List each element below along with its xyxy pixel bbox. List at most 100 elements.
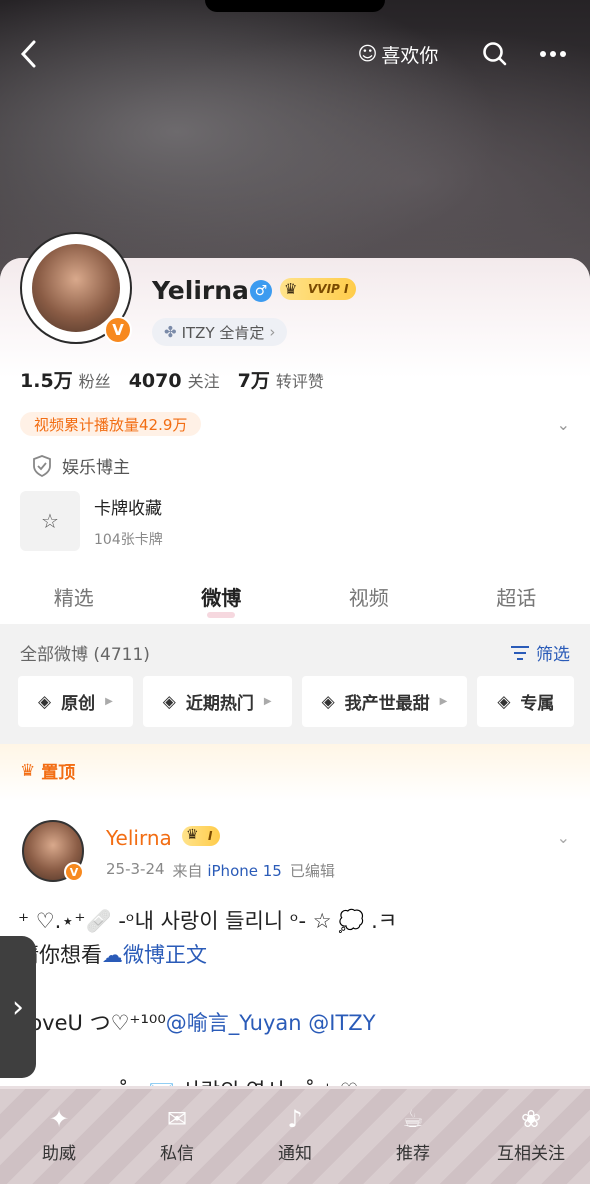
chip-original[interactable]: ◈ 原创 ▶ [18,676,133,727]
pinned-label: 置顶 [41,763,76,783]
post-line: LoveU つ♡⁺¹⁰⁰@喻言_Yuyan @ITZY [18,1006,578,1040]
more-button[interactable] [532,34,574,74]
stat-label: 关注 [187,372,220,391]
chevron-down-icon[interactable]: ⌄ [557,828,570,847]
nav-label: 助威 [42,1144,76,1164]
caret-icon: ▶ [263,696,272,707]
side-drawer-handle[interactable]: › [0,936,36,1078]
card-title: 卡牌收藏 [94,498,162,519]
post-link[interactable]: 微博正文 [123,943,207,967]
chip-label: 专属 [520,694,555,714]
nav-recommend[interactable]: ☕ 推荐 [354,1089,472,1184]
nav-label: 通知 [278,1144,312,1164]
chip-sweetest[interactable]: ◈ 我产世最甜 ▶ [301,676,468,727]
layers-icon: ◈ [162,691,176,712]
post-author[interactable]: Yelirna [106,826,172,850]
nav-cheer[interactable]: ✦ 助威 [0,1089,118,1184]
like-button[interactable]: ☺ 喜欢你 [348,34,448,74]
profile-tabs: 精选 微博 视频 超话 [0,568,590,624]
clover-icon: ✤ [164,323,177,341]
vip-badge[interactable]: ♛ VVIP I [280,278,357,300]
tab-featured[interactable]: 精选 [0,568,148,624]
post-line-text: LoveU つ♡⁺¹⁰⁰ [18,1011,166,1035]
verified-icon: V [104,316,132,344]
tab-weibo[interactable]: 微博 [148,568,296,624]
verified-icon: V [64,862,84,882]
nav-label: 私信 [160,1144,194,1164]
profile-stats: 1.5万 粉丝 4070 关注 7万 转评赞 [20,366,324,393]
post-meta: 25-3-24 来自 iPhone 15 已编辑 [106,860,335,881]
stat-following[interactable]: 4070 关注 [129,368,220,392]
phone-notch [205,0,385,12]
stat-reposts[interactable]: 7万 转评赞 [238,366,324,393]
fan-tag[interactable]: ✤ ITZY 全肯定 › [152,318,288,346]
filter-icon [511,645,529,660]
chevron-right-icon: › [12,989,24,1025]
bell-icon: ♪ [287,1105,303,1133]
chip-exclusive[interactable]: ◈ 专属 [477,676,575,727]
chevron-down-icon[interactable]: ⌄ [557,415,570,434]
post-edited: 已编辑 [289,862,335,880]
pinned-label-row: ♛ 置顶 [20,758,76,784]
like-label: 喜欢你 [381,44,439,67]
chip-label: 近期热门 [185,694,254,714]
post-body[interactable]: ⁺ ♡.⋆⁺🩹 -ᵒ내 사랑이 들리니 ᵒ- ☆ 💭 .ㅋ 请你想看☁微博正文 … [18,904,578,1108]
chip-label: 原创 [61,694,96,714]
bottom-nav: ✦ 助威 ✉ 私信 ♪ 通知 ☕ 推荐 ❀ 互相关注 [0,1086,590,1184]
crown-icon: ♛ [284,280,298,298]
nav-messages[interactable]: ✉ 私信 [118,1089,236,1184]
pinned-bar [0,744,590,800]
layers-icon: ◈ [38,691,52,712]
card-count: 104张卡牌 [94,531,163,548]
post-date: 25-3-24 [106,860,165,878]
nav-notifications[interactable]: ♪ 通知 [236,1089,354,1184]
male-icon: ♂ [250,280,272,302]
layers-icon: ◈ [497,691,511,712]
tab-supertopic[interactable]: 超话 [443,568,590,624]
profile-name: Yelirna [152,276,249,305]
post-line: 请你想看☁微博正文 [18,938,578,972]
caret-icon: ▶ [105,696,113,707]
post-spacer [18,1040,578,1074]
card-collection[interactable]: ☆ 卡牌收藏 104张卡牌 [20,491,163,551]
avatar-image [32,244,120,332]
teacup-icon: ☕ [402,1105,424,1133]
back-button[interactable] [10,34,46,74]
identity-label: 娱乐博主 [62,458,130,478]
fan-tag-label: ITZY 全肯定 [181,323,265,342]
caret-icon: ▶ [439,696,448,707]
post-vip-badge[interactable]: ♛ I [182,826,221,846]
more-dots-icon [540,51,566,57]
nav-label: 推荐 [396,1144,430,1164]
message-icon: ✉ [166,1105,188,1133]
nav-mutual-follow[interactable]: ❀ 互相关注 [472,1089,590,1184]
layers-icon: ◈ [321,691,335,712]
nav-label: 互相关注 [497,1144,565,1164]
search-button[interactable] [476,34,514,74]
tab-video[interactable]: 视频 [295,568,443,624]
post-source[interactable]: iPhone 15 [207,862,282,880]
filter-button[interactable]: 筛选 [510,640,570,665]
chip-trending[interactable]: ◈ 近期热门 ▶ [142,676,292,727]
shield-icon [33,454,51,477]
mention[interactable]: @ITZY [308,1011,375,1035]
video-plays-pill: 视频累计播放量42.9万 [20,412,202,436]
vip-badge-label: VVIP I [308,282,349,296]
stat-label: 粉丝 [78,372,111,391]
stat-value: 7万 [237,370,270,392]
heart-hand-icon: ☺ [357,43,378,65]
stat-value: 4070 [128,370,182,392]
cheer-icon: ✦ [48,1105,70,1133]
post-vip-label: I [208,829,213,843]
post-spacer [18,972,578,1006]
search-icon [483,42,507,66]
stat-fans[interactable]: 1.5万 粉丝 [20,366,111,393]
filter-label: 筛选 [536,645,570,665]
cloud-icon: ☁ [102,943,123,967]
video-plays-row[interactable]: 视频累计播放量42.9万 ⌄ [20,412,570,436]
stat-label: 转评赞 [275,372,324,391]
post-source-prefix: 来自 [172,862,203,880]
post-line: ⁺ ♡.⋆⁺🩹 -ᵒ내 사랑이 들리니 ᵒ- ☆ 💭 .ㅋ [18,909,398,933]
chevron-right-icon: › [269,323,276,341]
mention[interactable]: @喻言_Yuyan [166,1011,302,1035]
